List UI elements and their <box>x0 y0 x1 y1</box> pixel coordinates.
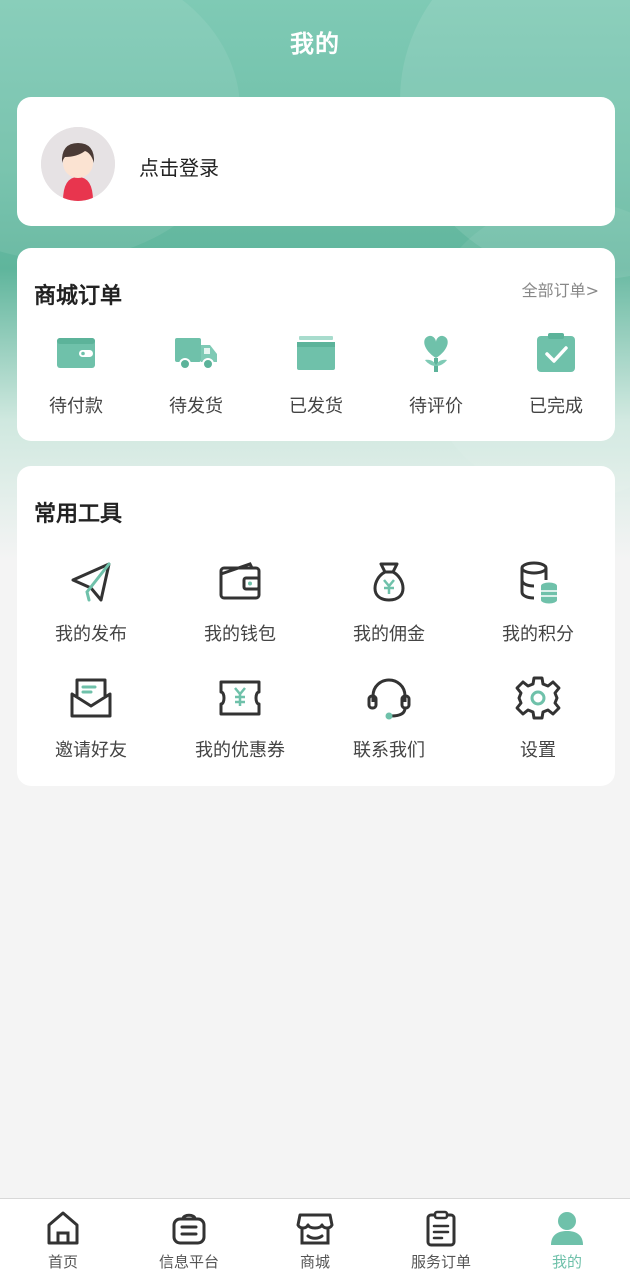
tool-label: 联系我们 <box>353 740 425 761</box>
order-status-completed[interactable]: 已完成 <box>506 330 606 418</box>
order-status-label: 已发货 <box>289 396 343 417</box>
tab-info-platform[interactable]: 信息平台 <box>126 1209 252 1272</box>
order-status-pending-review[interactable]: 待评价 <box>386 330 486 418</box>
order-status-pending-shipment[interactable]: 待发货 <box>146 330 246 418</box>
person-icon <box>551 1212 583 1245</box>
tool-label: 邀请好友 <box>55 740 127 761</box>
page-title: 我的 <box>290 30 340 58</box>
order-status-label: 已完成 <box>529 396 583 417</box>
order-status-shipped[interactable]: 已发货 <box>266 330 366 418</box>
tool-my-points[interactable]: 我的积分 <box>478 558 598 646</box>
all-orders-link[interactable]: 全部订单> <box>522 277 599 301</box>
heart-flower-icon <box>424 335 448 372</box>
tab-label: 商城 <box>299 1253 330 1271</box>
common-tools-card: 常用工具 我的发布 我的钱包 我的佣金 我的积分 邀请好友 我的优惠券 联系我们… <box>17 466 615 786</box>
box-icon <box>297 336 335 370</box>
order-status-label: 待付款 <box>49 396 103 417</box>
avatar[interactable] <box>41 127 115 201</box>
bottom-tab-bar: 首页 信息平台 商城 服务订单 我的 <box>0 1198 630 1280</box>
tab-mall[interactable]: 商城 <box>252 1209 378 1272</box>
store-icon <box>296 1213 334 1245</box>
tab-label: 首页 <box>47 1253 78 1271</box>
mall-orders-card: 商城订单 全部订单> 待付款 待发货 已发货 待评价 已完成 <box>17 248 615 441</box>
coupon-icon <box>219 680 261 716</box>
headset-icon <box>367 678 411 720</box>
wallet-outline-icon <box>219 562 261 600</box>
clipboard-check-icon <box>537 333 575 372</box>
login-prompt[interactable]: 点击登录 <box>139 152 219 181</box>
envelope-icon <box>70 678 112 718</box>
clipboard-icon <box>426 1210 456 1247</box>
tool-settings[interactable]: 设置 <box>478 674 598 762</box>
tool-label: 我的优惠券 <box>195 740 285 761</box>
order-status-label: 待发货 <box>169 396 223 417</box>
tab-mine[interactable]: 我的 <box>504 1209 630 1272</box>
order-status-label: 待评价 <box>409 396 463 417</box>
coins-database-icon <box>520 561 557 604</box>
tool-label: 设置 <box>520 740 556 761</box>
truck-icon <box>175 338 217 370</box>
tool-label: 我的积分 <box>502 624 574 645</box>
paper-plane-icon <box>71 562 111 602</box>
home-icon <box>47 1211 79 1245</box>
list-bag-icon <box>172 1213 206 1245</box>
tool-label: 我的钱包 <box>204 624 276 645</box>
tab-label: 我的 <box>551 1253 582 1271</box>
tab-service-orders[interactable]: 服务订单 <box>378 1209 504 1272</box>
tab-home[interactable]: 首页 <box>0 1209 126 1272</box>
tool-label: 我的佣金 <box>353 624 425 645</box>
tool-my-wallet[interactable]: 我的钱包 <box>180 558 300 646</box>
tools-section-title: 常用工具 <box>34 502 123 527</box>
tab-label: 信息平台 <box>158 1253 219 1271</box>
tool-my-posts[interactable]: 我的发布 <box>31 558 151 646</box>
tool-my-commission[interactable]: 我的佣金 <box>329 558 449 646</box>
wallet-icon <box>57 338 95 368</box>
tool-contact-us[interactable]: 联系我们 <box>329 674 449 762</box>
order-status-pending-payment[interactable]: 待付款 <box>26 330 126 418</box>
tool-label: 我的发布 <box>55 624 127 645</box>
gear-icon <box>515 676 561 720</box>
tool-my-coupons[interactable]: 我的优惠券 <box>180 674 300 762</box>
tool-invite-friends[interactable]: 邀请好友 <box>31 674 151 762</box>
tab-label: 服务订单 <box>410 1253 471 1271</box>
orders-section-title: 商城订单 <box>34 284 123 309</box>
money-bag-icon <box>373 562 405 602</box>
user-login-card[interactable]: 点击登录 <box>17 97 615 226</box>
